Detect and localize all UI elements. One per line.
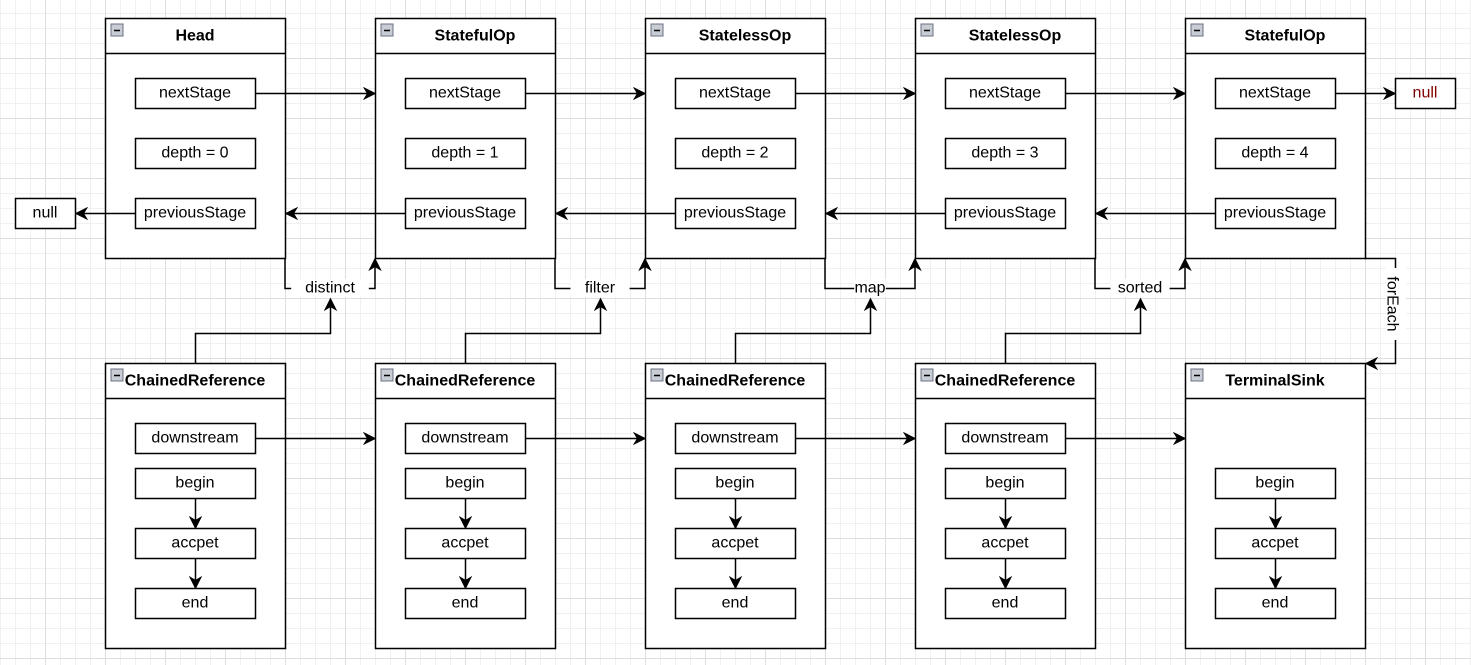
operation-label-filter: filter [585,280,616,297]
null-box-left-label: null [33,205,58,222]
sink-to-operation-arrow [194,297,338,363]
begin-method-label: begin [445,475,484,492]
accept-method-label: accpet [711,535,759,552]
sink-title: ChainedReference [665,373,806,390]
downstream-field-label: downstream [961,430,1048,447]
depth-field-label: depth = 2 [701,145,768,162]
stage-title: StatelessOp [699,28,792,45]
depth-field-label: depth = 0 [161,145,228,162]
terminal-operation-label: forEach [1384,276,1401,331]
end-method-label: end [452,595,479,612]
stage-title: Head [175,28,214,45]
depth-field-label: depth = 3 [971,145,1038,162]
next-stage-field-label: nextStage [699,85,771,102]
operation-label-distinct: distinct [305,280,355,297]
stream-pipeline-diagram: Head nextStage depth = 0 previousStage State… [14,17,1457,650]
sink-title: ChainedReference [125,373,266,390]
next-stage-field-label: nextStage [159,85,231,102]
depth-field-label: depth = 4 [1241,145,1308,162]
end-method-label: end [722,595,749,612]
begin-method-label: begin [175,475,214,492]
sink-to-operation-arrow [1004,297,1148,363]
sink-to-operation-arrow [464,297,608,363]
begin-method-label: begin [715,475,754,492]
accept-method-label: accpet [171,535,219,552]
stage-title: StatefulOp [1245,28,1326,45]
accept-method-label: accpet [981,535,1029,552]
next-stage-field-label: nextStage [969,85,1041,102]
previous-stage-field-label: previousStage [144,205,246,222]
depth-field-label: depth = 1 [431,145,498,162]
downstream-field-label: downstream [421,430,508,447]
next-stage-field-label: nextStage [429,85,501,102]
previous-stage-field-label: previousStage [414,205,516,222]
operation-label-map: map [854,280,885,297]
downstream-field-label: downstream [151,430,238,447]
accept-method-label: accpet [1251,535,1299,552]
accept-method-label: accpet [441,535,489,552]
downstream-field-label: downstream [691,430,778,447]
begin-method-label: begin [1255,475,1294,492]
end-method-label: end [992,595,1019,612]
sink-title: ChainedReference [395,373,536,390]
end-method-label: end [1262,595,1289,612]
previous-stage-field-label: previousStage [1224,205,1326,222]
previous-stage-field-label: previousStage [954,205,1056,222]
next-stage-field-label: nextStage [1239,85,1311,102]
stage-title: StatefulOp [435,28,516,45]
previous-stage-field-label: previousStage [684,205,786,222]
stage-title: StatelessOp [969,28,1062,45]
sink-title: TerminalSink [1225,373,1324,390]
null-box-right-label: null [1413,85,1438,102]
end-method-label: end [182,595,209,612]
begin-method-label: begin [985,475,1024,492]
diagram-canvas: Head nextStage depth = 0 previousStage State… [0,0,1471,665]
operation-label-sorted: sorted [1118,280,1162,297]
sink-title: ChainedReference [935,373,1076,390]
sink-to-operation-arrow [734,297,878,363]
